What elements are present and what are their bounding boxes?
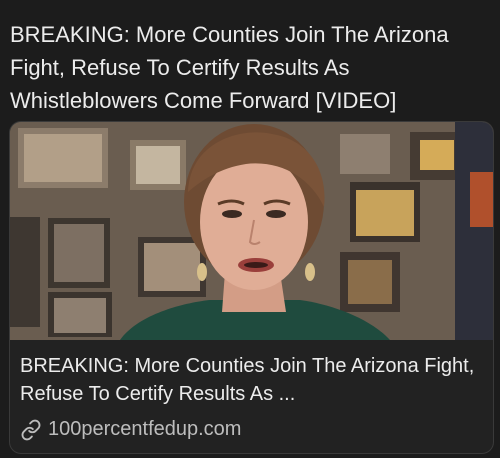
card-domain: 100percentfedup.com	[48, 418, 242, 440]
card-title[interactable]: BREAKING: More Counties Join The Arizona…	[20, 352, 483, 408]
article-thumbnail[interactable]	[10, 122, 493, 340]
link-icon	[20, 419, 42, 441]
link-preview-card[interactable]: BREAKING: More Counties Join The Arizona…	[9, 121, 494, 454]
card-domain-row[interactable]: 100percentfedup.com	[20, 418, 483, 441]
post-text: BREAKING: More Counties Join The Arizona…	[10, 22, 449, 113]
